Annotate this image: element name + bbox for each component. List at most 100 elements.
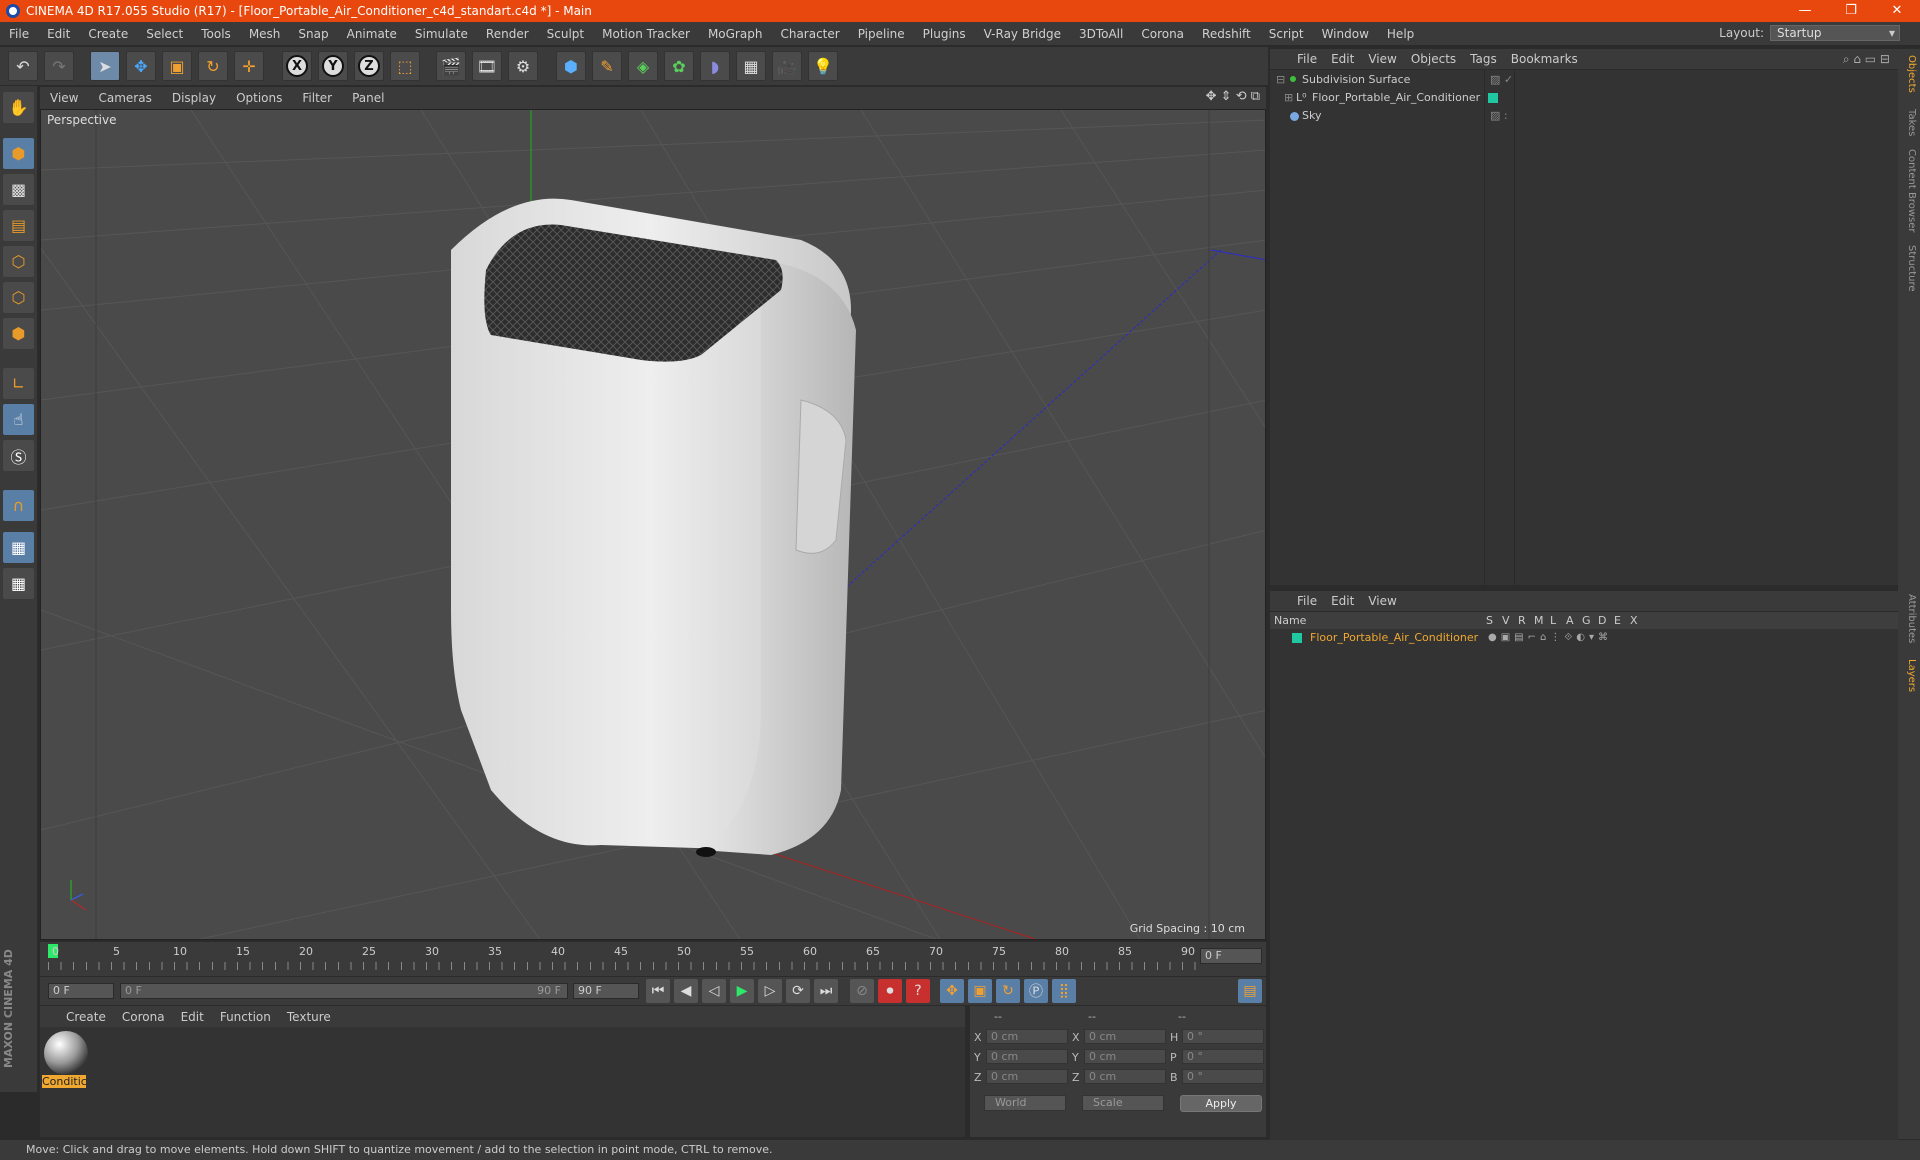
size-z-field[interactable]: 0 cm	[1084, 1069, 1166, 1084]
material-menu-edit[interactable]: Edit	[173, 1010, 212, 1024]
menu-simulate[interactable]: Simulate	[406, 27, 477, 41]
layer-menu-file[interactable]: File	[1290, 594, 1324, 608]
timeline-window-icon[interactable]: ▤	[1238, 979, 1262, 1003]
object-menu-file[interactable]: File	[1290, 52, 1324, 66]
go-to-start-icon[interactable]: ⏮	[646, 979, 670, 1003]
material-menu-create[interactable]: Create	[58, 1010, 114, 1024]
object-menu-edit[interactable]: Edit	[1324, 52, 1361, 66]
coordinate-system-icon[interactable]: ⬚	[390, 51, 420, 81]
floor-object-icon[interactable]: ▦	[736, 51, 766, 81]
viewport-menu-options[interactable]: Options	[226, 91, 292, 105]
minimize-button[interactable]: —	[1782, 0, 1828, 22]
menu-pipeline[interactable]: Pipeline	[849, 27, 914, 41]
close-button[interactable]: ✕	[1874, 0, 1920, 22]
apply-button[interactable]: Apply	[1180, 1095, 1262, 1112]
position-y-field[interactable]: 0 cm	[986, 1049, 1068, 1064]
move-tool-icon[interactable]: ✥	[126, 51, 156, 81]
menu-sculpt[interactable]: Sculpt	[538, 27, 593, 41]
layout-dropdown[interactable]: Startup	[1770, 25, 1900, 41]
tab-attributes[interactable]: Attributes	[1901, 594, 1917, 643]
object-name[interactable]: Subdivision Surface	[1302, 70, 1410, 89]
redo-icon[interactable]: ↷	[44, 51, 74, 81]
menu-3dtoall[interactable]: 3DToAll	[1070, 27, 1132, 41]
layer-menu-view[interactable]: View	[1361, 594, 1403, 608]
deformer-icon[interactable]: ◗	[700, 51, 730, 81]
polygons-mode-icon[interactable]: ⬢	[3, 318, 34, 349]
z-axis-lock-icon[interactable]: Z	[354, 51, 384, 81]
points-mode-icon[interactable]: ⬡	[3, 246, 34, 277]
3d-viewport[interactable]: Perspective Grid Spacing : 10 cm	[40, 109, 1266, 940]
rotation-b-field[interactable]: 0 °	[1182, 1069, 1264, 1084]
cloner-icon[interactable]: ✿	[664, 51, 694, 81]
object-row[interactable]: Sky ▨ :	[1270, 106, 1898, 125]
step-forward-icon[interactable]: ▷	[758, 979, 782, 1003]
rotate-tool-icon[interactable]: ↻	[198, 51, 228, 81]
layer-color-swatch[interactable]	[1292, 633, 1302, 643]
play-icon[interactable]: ▶	[730, 979, 754, 1003]
object-menu-bookmarks[interactable]: Bookmarks	[1504, 52, 1585, 66]
viewport-menu-filter[interactable]: Filter	[292, 91, 342, 105]
menu-tools[interactable]: Tools	[192, 27, 240, 41]
menu-snap[interactable]: Snap	[289, 27, 337, 41]
scale-tool-icon[interactable]: ▣	[162, 51, 192, 81]
menu-mesh[interactable]: Mesh	[240, 27, 290, 41]
undo-icon[interactable]: ↶	[8, 51, 38, 81]
object-menu-view[interactable]: View	[1361, 52, 1403, 66]
menu-motion-tracker[interactable]: Motion Tracker	[593, 27, 699, 41]
menu-animate[interactable]: Animate	[338, 27, 406, 41]
workplane-icon[interactable]: ▤	[3, 210, 34, 241]
x-axis-lock-icon[interactable]: X	[282, 51, 312, 81]
menu-mograph[interactable]: MoGraph	[699, 27, 772, 41]
viewport-nav-icons[interactable]: ✥ ⇕ ⟲ ⧉	[1206, 89, 1260, 104]
menu-help[interactable]: Help	[1378, 27, 1423, 41]
menu-edit[interactable]: Edit	[38, 27, 79, 41]
viewport-menu-cameras[interactable]: Cameras	[88, 91, 161, 105]
go-to-end-icon[interactable]: ⏭	[814, 979, 838, 1003]
timeline-ruler[interactable]: 0 5 10 15 20 25 30 35 40 45 50 55 60 65 …	[40, 942, 1266, 976]
key-parameter-icon[interactable]: Ⓟ	[1024, 979, 1048, 1003]
edges-mode-icon[interactable]: ⬡	[3, 282, 34, 313]
layer-flag-icons[interactable]: ●▣▤⌐⌂⋮⟐◐▾⌘	[1488, 629, 1612, 646]
viewport-menu-panel[interactable]: Panel	[342, 91, 394, 105]
tab-layers[interactable]: Layers	[1901, 659, 1917, 692]
tab-structure[interactable]: Structure	[1901, 245, 1917, 292]
key-position-icon[interactable]: ✥	[940, 979, 964, 1003]
material-menu-corona[interactable]: Corona	[114, 1010, 173, 1024]
render-settings-icon[interactable]: ⚙	[508, 51, 538, 81]
light-icon[interactable]: 💡	[808, 51, 838, 81]
start-frame-field[interactable]: 0 F	[48, 983, 114, 999]
spline-pen-icon[interactable]: ✎	[592, 51, 622, 81]
menu-create[interactable]: Create	[79, 27, 137, 41]
layer-row[interactable]: Floor_Portable_Air_Conditioner ●▣▤⌐⌂⋮⟐◐▾…	[1270, 629, 1898, 646]
size-x-field[interactable]: 0 cm	[1084, 1029, 1166, 1044]
object-row[interactable]: ⊟ Subdivision Surface ▨ ✓	[1270, 70, 1898, 89]
layer-menu-edit[interactable]: Edit	[1324, 594, 1361, 608]
layer-name[interactable]: Floor_Portable_Air_Conditioner	[1310, 629, 1478, 646]
model-mode-icon[interactable]: ⬢	[3, 138, 34, 169]
viewport-menu-display[interactable]: Display	[162, 91, 226, 105]
cube-object-icon[interactable]: ⬢	[556, 51, 586, 81]
menu-select[interactable]: Select	[137, 27, 192, 41]
transform-tool-icon[interactable]: ✛	[234, 51, 264, 81]
menu-corona[interactable]: Corona	[1132, 27, 1193, 41]
camera-icon[interactable]: 🎥	[772, 51, 802, 81]
keyframe-selection-icon[interactable]: ?	[906, 979, 930, 1003]
viewport-menu-view[interactable]: View	[40, 91, 88, 105]
menu-window[interactable]: Window	[1313, 27, 1378, 41]
key-pla-icon[interactable]: ⣿	[1052, 979, 1076, 1003]
object-menu-tags[interactable]: Tags	[1463, 52, 1504, 66]
current-frame-field[interactable]: 0 F	[1200, 948, 1262, 964]
texture-mode-icon[interactable]: ▩	[3, 174, 34, 205]
visibility-icon[interactable]: ▨ :	[1490, 106, 1508, 125]
rotation-p-field[interactable]: 0 °	[1182, 1049, 1264, 1064]
menu-render[interactable]: Render	[477, 27, 538, 41]
object-row[interactable]: ⊞ L⁰ Floor_Portable_Air_Conditioner	[1270, 88, 1898, 107]
frame-range-slider[interactable]: 0 F 90 F	[120, 983, 568, 999]
previous-key-icon[interactable]: ◀	[674, 979, 698, 1003]
select-arrow-icon[interactable]: ➤	[90, 51, 120, 81]
y-axis-lock-icon[interactable]: Y	[318, 51, 348, 81]
object-name[interactable]: Sky	[1302, 106, 1321, 125]
menu-vray-bridge[interactable]: V-Ray Bridge	[975, 27, 1070, 41]
material-menu-texture[interactable]: Texture	[279, 1010, 339, 1024]
menu-file[interactable]: File	[0, 27, 38, 41]
